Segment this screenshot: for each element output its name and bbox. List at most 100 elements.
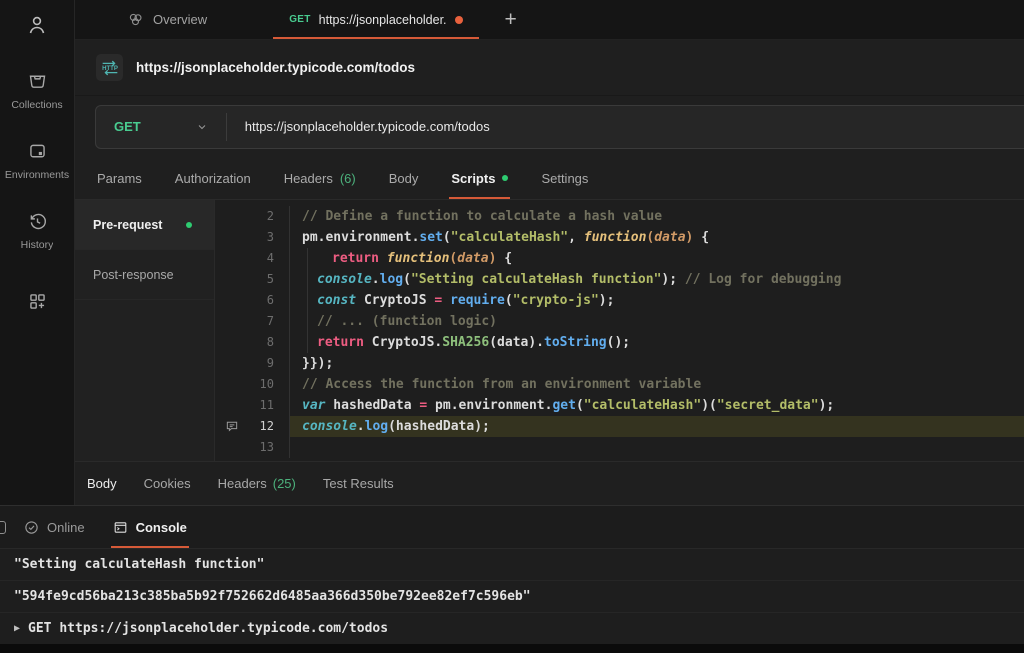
comment-marker-icon[interactable] (225, 419, 239, 433)
sidebar-item-environments[interactable]: Environments (0, 141, 75, 181)
url-bar: GET https://jsonplaceholder.typicode.com… (95, 105, 1024, 149)
tab-request-method: GET (289, 14, 310, 25)
code-content: console.log(hashedData); (290, 416, 1024, 437)
code-editor[interactable]: 2// Define a function to calculate a has… (215, 200, 1024, 461)
code-token: . (357, 419, 365, 434)
code-content: // ... (function logic) (290, 311, 1024, 332)
history-icon (27, 211, 48, 232)
tab-request-active[interactable]: GET https://jsonplaceholder. (273, 0, 478, 39)
code-token: function (387, 251, 450, 266)
overview-icon (127, 11, 144, 28)
tab-label: Scripts (451, 171, 495, 186)
tab-count: (6) (340, 171, 356, 186)
toggle-sidebar-icon[interactable] (0, 521, 6, 534)
response-tab-label: Headers (218, 476, 267, 491)
code-line[interactable]: 12console.log(hashedData); (215, 416, 1024, 437)
code-token: (hashedData); (388, 419, 490, 434)
code-token: ( (505, 293, 513, 308)
console-tab[interactable]: Console (111, 506, 189, 548)
code-line[interactable]: 5console.log("Setting calculateHash func… (215, 269, 1024, 290)
code-line[interactable]: 2// Define a function to calculate a has… (215, 206, 1024, 227)
code-token: return (317, 335, 364, 350)
code-token: var (302, 398, 325, 413)
tab-overview[interactable]: Overview (127, 0, 207, 39)
code-token: (data). (489, 335, 544, 350)
account-icon[interactable] (21, 9, 53, 41)
sidebar-item-history[interactable]: History (0, 211, 75, 251)
code-token: "secret_data" (717, 398, 819, 413)
tab-authorization[interactable]: Authorization (175, 157, 251, 199)
code-token: ( (443, 230, 451, 245)
response-tab-test-results[interactable]: Test Results (323, 476, 394, 491)
more-tools-icon[interactable] (27, 291, 48, 312)
code-line[interactable]: 3pm.environment.set("calculateHash", fun… (215, 227, 1024, 248)
response-tab-headers[interactable]: Headers (25) (218, 476, 296, 491)
code-token: CryptoJS (356, 293, 434, 308)
script-type-post-response[interactable]: Post-response (75, 250, 214, 300)
line-number: 5 (215, 269, 290, 290)
code-token: function (584, 230, 647, 245)
response-tab-body[interactable]: Body (87, 476, 117, 491)
tab-scripts[interactable]: Scripts (451, 157, 508, 199)
tab-headers[interactable]: Headers(6) (284, 157, 356, 199)
url-input[interactable]: https://jsonplaceholder.typicode.com/tod… (227, 119, 490, 134)
code-token: "crypto-js" (513, 293, 599, 308)
tab-label: Authorization (175, 171, 251, 186)
line-number: 7 (215, 311, 290, 332)
console-log-text: "Setting calculateHash function" (14, 557, 264, 572)
code-content: }}); (290, 353, 1024, 374)
console-log-list: "Setting calculateHash function""594fe9c… (0, 548, 1024, 645)
response-tab-count: (25) (273, 476, 296, 491)
script-type-label: Post-response (93, 268, 174, 282)
code-line[interactable]: 4return function(data) { (215, 248, 1024, 269)
code-token: { (693, 230, 709, 245)
http-protocol-icon: HTTP (96, 54, 123, 81)
code-line[interactable]: 9}}); (215, 353, 1024, 374)
check-circle-icon (24, 520, 39, 535)
code-line[interactable]: 8return CryptoJS.SHA256(data).toString()… (215, 332, 1024, 353)
tab-params[interactable]: Params (97, 157, 142, 199)
code-token: "Setting calculateHash function" (411, 272, 661, 287)
tab-settings[interactable]: Settings (541, 157, 588, 199)
sidebar-item-label: History (21, 239, 54, 251)
code-content (290, 437, 1024, 458)
console-log-entry[interactable]: ▶ GET https://jsonplaceholder.typicode.co… (0, 613, 1024, 645)
console-log-text: GET https://jsonplaceholder.typicode.com… (28, 621, 388, 636)
sidebar-item-collections[interactable]: Collections (0, 71, 75, 111)
code-line[interactable]: 11var hashedData = pm.environment.get("c… (215, 395, 1024, 416)
code-token: data (457, 251, 488, 266)
request-tabs: Params Authorization Headers(6) Body Scripts… (75, 157, 1024, 200)
code-token: get (552, 398, 575, 413)
code-content: console.log("Setting calculateHash funct… (290, 269, 1024, 290)
code-token: // Access the function from an environme… (302, 377, 701, 392)
tab-body[interactable]: Body (389, 157, 419, 199)
environments-icon (27, 141, 48, 162)
tab-label: Settings (541, 171, 588, 186)
method-dropdown[interactable]: GET (96, 119, 226, 134)
code-token (442, 293, 450, 308)
terminal-icon (113, 520, 128, 535)
code-line[interactable]: 6const CryptoJS = require("crypto-js"); (215, 290, 1024, 311)
line-number: 6 (215, 290, 290, 311)
console-log-entry: "Setting calculateHash function" (0, 549, 1024, 581)
sidebar-item-label: Collections (11, 99, 62, 111)
code-content: // Access the function from an environme… (290, 374, 1024, 395)
code-token: // ... (function logic) (317, 314, 497, 329)
code-content: pm.environment.set("calculateHash", func… (290, 227, 1024, 248)
script-present-dot (502, 175, 508, 181)
svg-text:HTTP: HTTP (102, 66, 118, 72)
response-tab-cookies[interactable]: Cookies (144, 476, 191, 491)
tab-label: Params (97, 171, 142, 186)
line-number: 4 (215, 248, 290, 269)
code-line[interactable]: 10// Access the function from an environ… (215, 374, 1024, 395)
method-label: GET (114, 119, 141, 134)
code-token: ( (403, 272, 411, 287)
code-token: }}); (302, 356, 333, 371)
code-line[interactable]: 13 (215, 437, 1024, 458)
script-type-label: Pre-request (93, 218, 162, 232)
code-token: log (365, 419, 388, 434)
expand-arrow-icon[interactable]: ▶ (14, 613, 20, 644)
code-line[interactable]: 7 // ... (function logic) (215, 311, 1024, 332)
new-tab-button[interactable]: + (505, 9, 517, 30)
script-type-pre-request[interactable]: Pre-request (75, 200, 214, 250)
